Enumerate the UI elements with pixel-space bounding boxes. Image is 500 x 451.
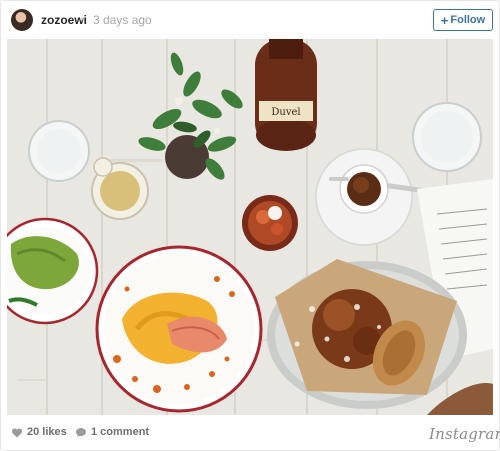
follow-button[interactable]: + Follow: [433, 9, 493, 31]
post-photo[interactable]: Duvel: [7, 39, 493, 415]
plus-icon: +: [440, 12, 449, 28]
comment-bubble-icon[interactable]: [75, 427, 87, 438]
post-timestamp[interactable]: 3 days ago: [93, 13, 152, 27]
svg-text:Duvel: Duvel: [271, 107, 300, 118]
follow-label: Follow: [450, 14, 486, 26]
instagram-embed-card: zozoewi • 3 days ago + Follow Duvel 20 l…: [0, 0, 500, 451]
likes-label: 20 likes: [27, 426, 67, 438]
instagram-logo[interactable]: Instagram: [429, 425, 500, 443]
comments-count[interactable]: 1 comment: [75, 426, 149, 438]
avatar[interactable]: [11, 9, 33, 31]
comments-label: 1 comment: [91, 426, 150, 438]
post-footer: 20 likes 1 comment Instagram: [1, 415, 500, 450]
likes-count[interactable]: 20 likes: [11, 426, 67, 438]
heart-icon[interactable]: [11, 427, 23, 438]
post-header: zozoewi • 3 days ago + Follow: [1, 1, 499, 39]
separator-dot: •: [81, 12, 86, 26]
brunch-photo-illustration: Duvel: [7, 39, 493, 415]
